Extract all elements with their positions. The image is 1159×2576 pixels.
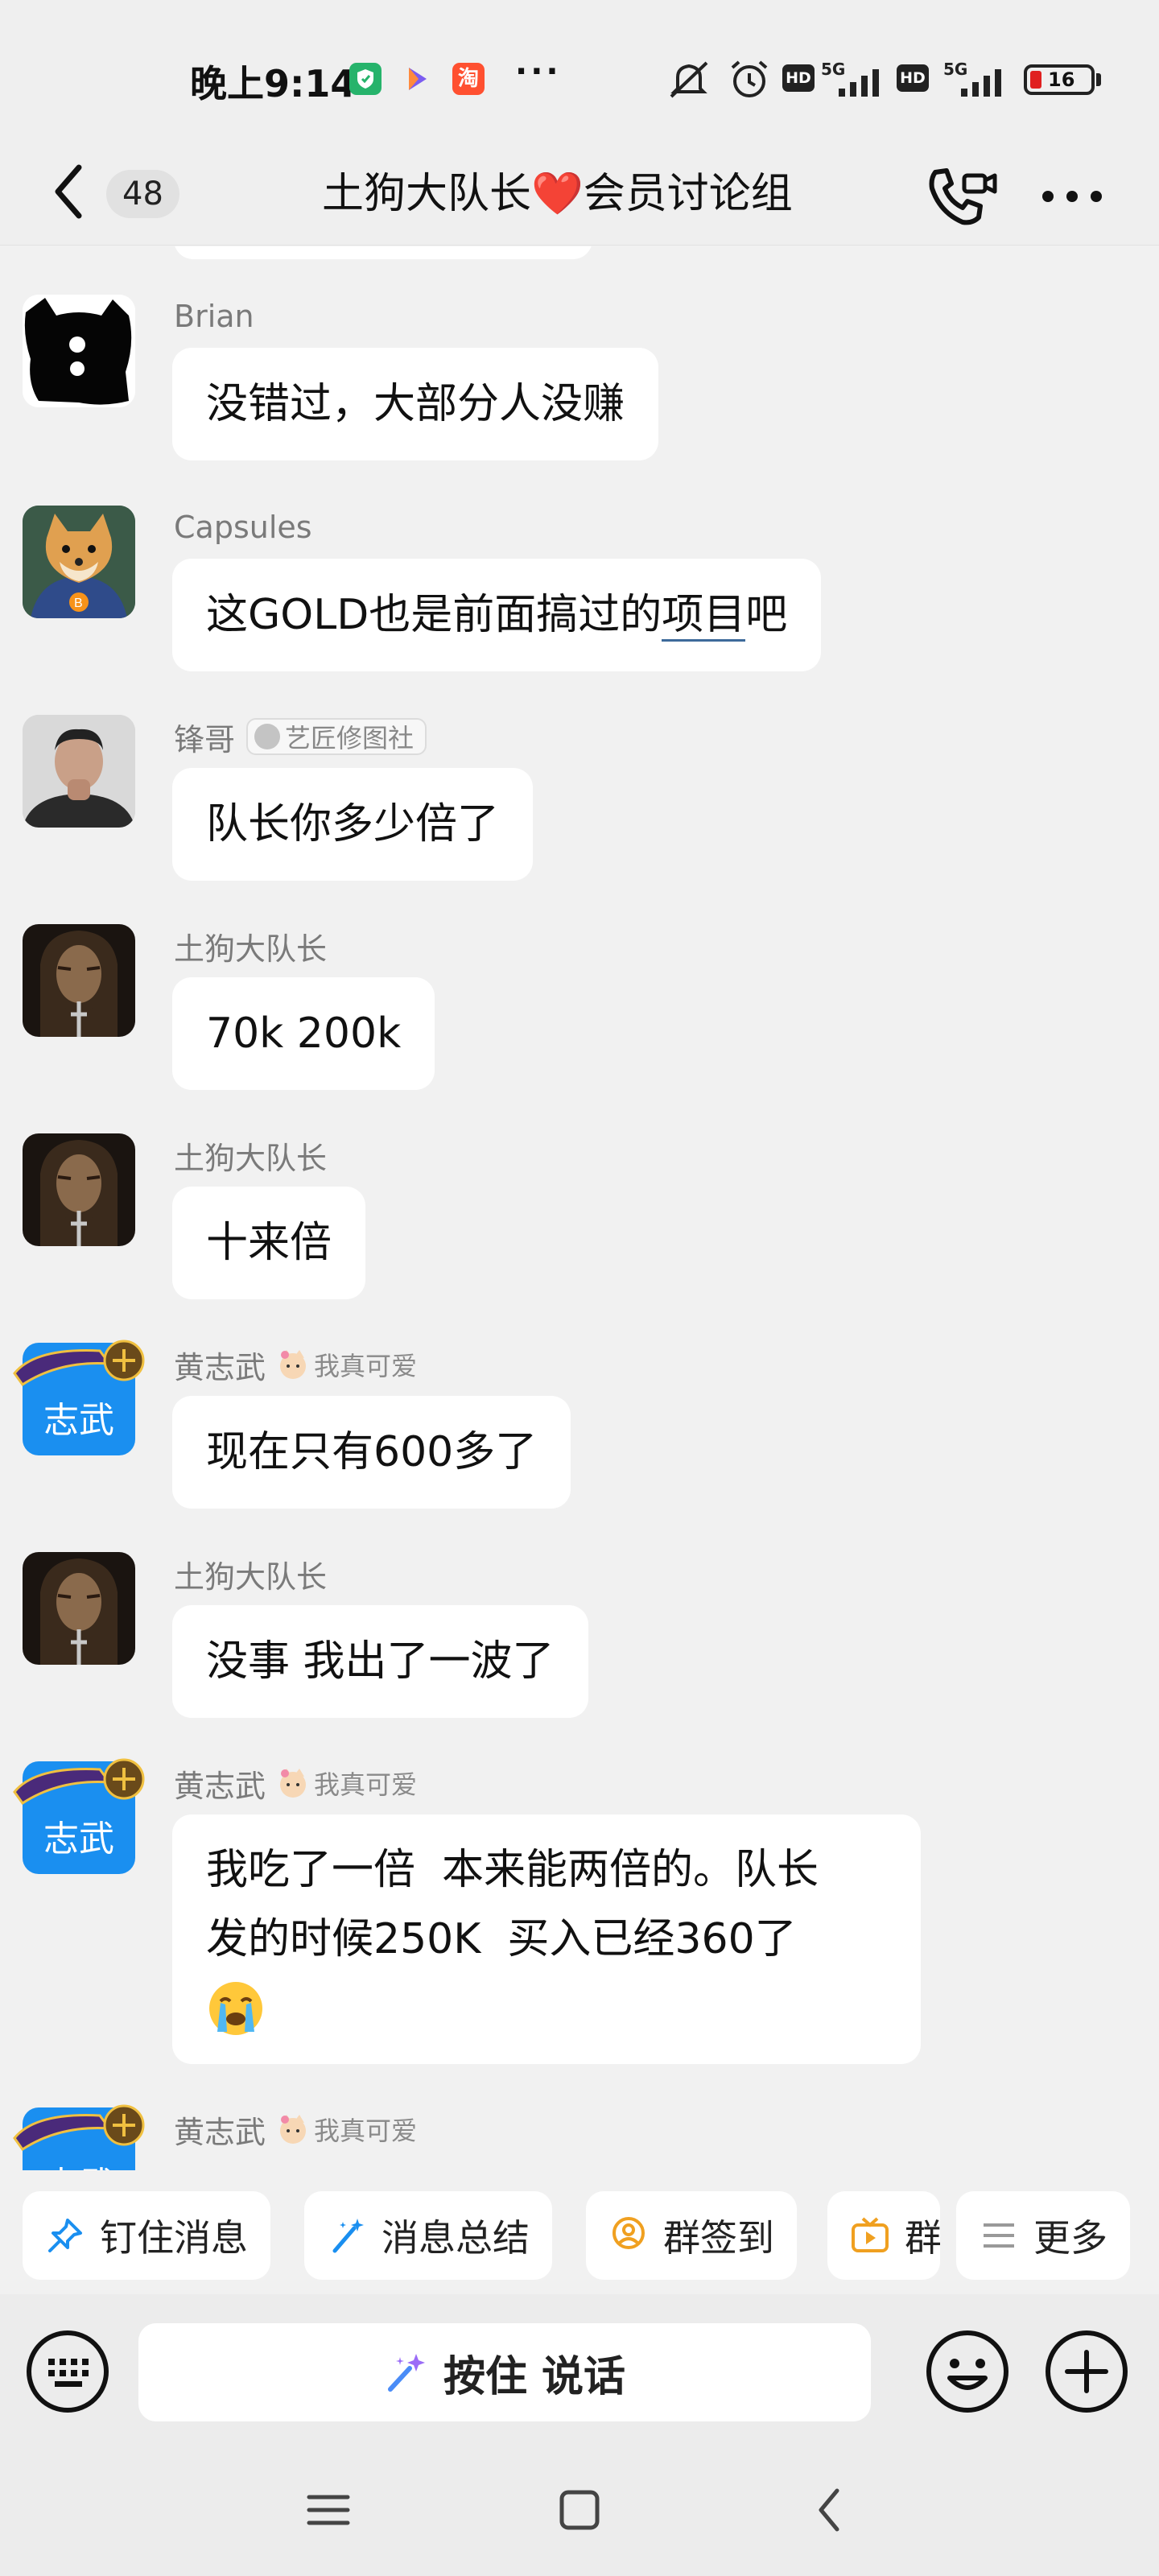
message-line: 发的时候250K 买入已经360了: [206, 1915, 797, 1963]
battery-level: 16: [1048, 68, 1075, 91]
menu-icon: [984, 2223, 1014, 2248]
voice-label: 按住 说话: [443, 2352, 626, 2401]
alarm-icon: [731, 60, 768, 97]
message-bubble[interactable]: 十来倍: [172, 1187, 366, 1299]
master-badge-icon: [13, 1758, 145, 1806]
message-bubble[interactable]: 我吃了一倍 本来能两倍的。队长 发的时候250K 买入已经360了: [172, 1814, 921, 2064]
master-badge-icon: [13, 1340, 145, 1387]
hd-badge: HD: [782, 64, 815, 92]
warrior-avatar[interactable]: [23, 1552, 135, 1665]
avatar-name: 志武: [43, 1818, 114, 1860]
hold-to-talk-button[interactable]: 按住 说话: [138, 2323, 871, 2421]
warrior-avatar[interactable]: [23, 924, 135, 1037]
signal-icon-2: [961, 69, 1001, 97]
magic-wand-icon: [332, 2219, 364, 2253]
home-icon[interactable]: [547, 2478, 612, 2542]
sender-name: 黄志武: [174, 2114, 266, 2150]
quick-action-bar[interactable]: 钉住消息 消息总结 群签到 群 更多: [0, 2170, 1159, 2294]
chat-title[interactable]: 土狗大队长❤️会员讨论组: [322, 166, 837, 222]
status-bar: 晚上9:14 淘 ··· HD 5G HD 5G 16: [0, 0, 1159, 145]
sender-name: Capsules: [174, 510, 312, 545]
previous-message-bubble: [174, 246, 592, 259]
loudly-crying-emoji: [209, 1982, 262, 2035]
sender-name: 黄志武: [174, 1768, 266, 1804]
message-text: 吧: [745, 591, 788, 639]
location-pin-icon: [612, 2217, 645, 2249]
message-bubble[interactable]: 队长你多少倍了: [172, 768, 534, 881]
plus-icon[interactable]: [1045, 2330, 1128, 2413]
taobao-app-icon: 淘: [452, 63, 485, 95]
shiba-hoodie-avatar[interactable]: B: [23, 506, 135, 618]
summarize-button[interactable]: 消息总结: [304, 2191, 552, 2280]
sender-name: 锋哥: [174, 721, 236, 758]
black-cat-avatar[interactable]: [23, 295, 135, 407]
member-title: 我真可爱: [275, 1765, 417, 1802]
member-title-label: 我真可爱: [314, 1769, 418, 1800]
nav-back-icon[interactable]: [798, 2478, 863, 2542]
status-more-icon: ···: [515, 53, 562, 90]
kitty-icon: [280, 1350, 307, 1379]
message-bubble[interactable]: 70k 200k: [172, 977, 435, 1090]
call-icon[interactable]: [924, 164, 998, 229]
emoji-icon[interactable]: [926, 2330, 1009, 2413]
man-photo-avatar[interactable]: [23, 715, 135, 828]
battery-icon: 16: [1024, 64, 1095, 95]
unread-count-badge[interactable]: 48: [106, 170, 179, 218]
recents-menu-icon[interactable]: [296, 2478, 361, 2542]
signal-icon: [839, 69, 879, 97]
chip-label: 消息总结: [382, 2216, 530, 2260]
tag-icon: [254, 724, 281, 749]
sender-name: Brian: [174, 299, 254, 334]
chip-label: 群: [905, 2216, 940, 2260]
pin-icon: [48, 2219, 82, 2252]
svg-text:B: B: [74, 597, 83, 610]
system-nav-bar: [0, 2447, 1159, 2576]
chip-label: 更多: [1033, 2216, 1107, 2260]
hd-badge-2: HD: [897, 64, 929, 92]
sender-name: 土狗大队长: [174, 1140, 328, 1176]
group-tag[interactable]: 艺匠修图社: [246, 718, 427, 755]
shield-app-icon: [349, 63, 382, 95]
message-bubble[interactable]: 现在只有600多了: [172, 1396, 571, 1509]
warrior-avatar[interactable]: [23, 1133, 135, 1246]
check-in-button[interactable]: 群签到: [586, 2191, 797, 2280]
avatar-name: 志武: [43, 1400, 114, 1441]
keyboard-icon[interactable]: [26, 2330, 109, 2413]
member-title: 我真可爱: [275, 2111, 417, 2148]
message-bubble[interactable]: 没事 我出了一波了: [172, 1605, 588, 1718]
chip-label: 群签到: [663, 2216, 774, 2260]
member-title: 我真可爱: [275, 1346, 417, 1383]
chip-label: 钉住消息: [100, 2216, 248, 2260]
message-list[interactable]: Brian 没错过，大部分人没赚 B Capsules 这GOLD也是前面搞过的…: [0, 246, 1159, 2170]
back-icon[interactable]: [47, 151, 92, 232]
tag-label: 艺匠修图社: [285, 723, 415, 753]
member-title-label: 我真可爱: [314, 2116, 418, 2146]
sender-name: 土狗大队长: [174, 1558, 328, 1595]
member-title-label: 我真可爱: [314, 1351, 418, 1381]
tv-icon: [852, 2217, 889, 2252]
play-app-icon: [401, 63, 433, 95]
mute-icon: [670, 61, 708, 98]
group-live-button[interactable]: 群: [827, 2191, 940, 2280]
kitty-icon: [280, 2115, 307, 2144]
sender-name: 土狗大队长: [174, 931, 328, 967]
message-text: 这GOLD也是前面搞过的: [206, 591, 662, 639]
kitty-icon: [280, 1769, 307, 1798]
more-actions-button[interactable]: 更多: [956, 2191, 1130, 2280]
message-bubble[interactable]: 这GOLD也是前面搞过的项目吧: [172, 559, 822, 671]
more-icon[interactable]: [1038, 172, 1106, 221]
keyword-link[interactable]: 项目: [662, 591, 746, 642]
sender-name: 黄志武: [174, 1349, 266, 1385]
magic-wand-icon: [387, 2354, 425, 2392]
message-line: 我吃了一倍 本来能两倍的。队长: [206, 1846, 819, 1894]
master-badge-icon: [13, 2104, 145, 2152]
input-bar: 按住 说话: [0, 2294, 1159, 2447]
message-bubble[interactable]: 没错过，大部分人没赚: [172, 348, 659, 460]
status-time: 晚上9:14: [190, 62, 357, 105]
avatar-name: 志武: [23, 2156, 135, 2170]
chat-header: 48 土狗大队长❤️会员讨论组: [0, 145, 1159, 246]
pin-message-button[interactable]: 钉住消息: [23, 2191, 270, 2280]
